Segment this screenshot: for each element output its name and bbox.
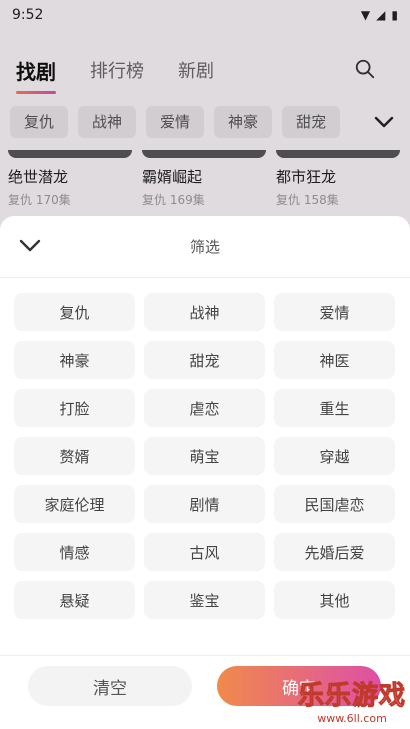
filter-option[interactable]: 古风 — [144, 533, 265, 571]
filter-option[interactable]: 萌宝 — [144, 437, 265, 475]
filter-option[interactable]: 爱情 — [274, 293, 395, 331]
watermark-url: www.6ll.com — [317, 712, 387, 725]
filter-option[interactable]: 打脸 — [14, 389, 135, 427]
filter-option[interactable]: 虐恋 — [144, 389, 265, 427]
filter-option[interactable]: 重生 — [274, 389, 395, 427]
filter-option[interactable]: 甜宠 — [144, 341, 265, 379]
filter-option[interactable]: 其他 — [274, 581, 395, 619]
filter-option[interactable]: 家庭伦理 — [14, 485, 135, 523]
filter-option[interactable]: 复仇 — [14, 293, 135, 331]
watermark-text: 乐乐游戏 — [297, 681, 406, 712]
filter-option[interactable]: 神医 — [274, 341, 395, 379]
filter-option[interactable]: 剧情 — [144, 485, 265, 523]
filter-option[interactable]: 赘婿 — [14, 437, 135, 475]
filter-option[interactable]: 穿越 — [274, 437, 395, 475]
filter-option[interactable]: 先婚后爱 — [274, 533, 395, 571]
filter-option[interactable]: 民国虐恋 — [274, 485, 395, 523]
watermark-logo: 乐乐游戏 www.6ll.com — [297, 675, 406, 726]
filter-option[interactable]: 情感 — [14, 533, 135, 571]
sheet-title: 筛选 — [189, 238, 220, 256]
filter-option[interactable]: 悬疑 — [14, 581, 135, 619]
filter-options: 复仇 战神 爱情 神豪 甜宠 神医 打脸 虐恋 重生 赘婿 萌宝 穿越 家庭伦理… — [14, 293, 396, 619]
chevron-down-icon[interactable] — [18, 236, 42, 256]
filter-option[interactable]: 战神 — [144, 293, 265, 331]
sheet-header: 筛选 — [0, 216, 410, 278]
filter-option[interactable]: 神豪 — [14, 341, 135, 379]
clear-button[interactable]: 清空 — [28, 666, 192, 706]
filter-option[interactable]: 鉴宝 — [144, 581, 265, 619]
filter-sheet: 筛选 复仇 战神 爱情 神豪 甜宠 神医 打脸 虐恋 重生 赘婿 萌宝 穿越 家… — [0, 216, 410, 729]
